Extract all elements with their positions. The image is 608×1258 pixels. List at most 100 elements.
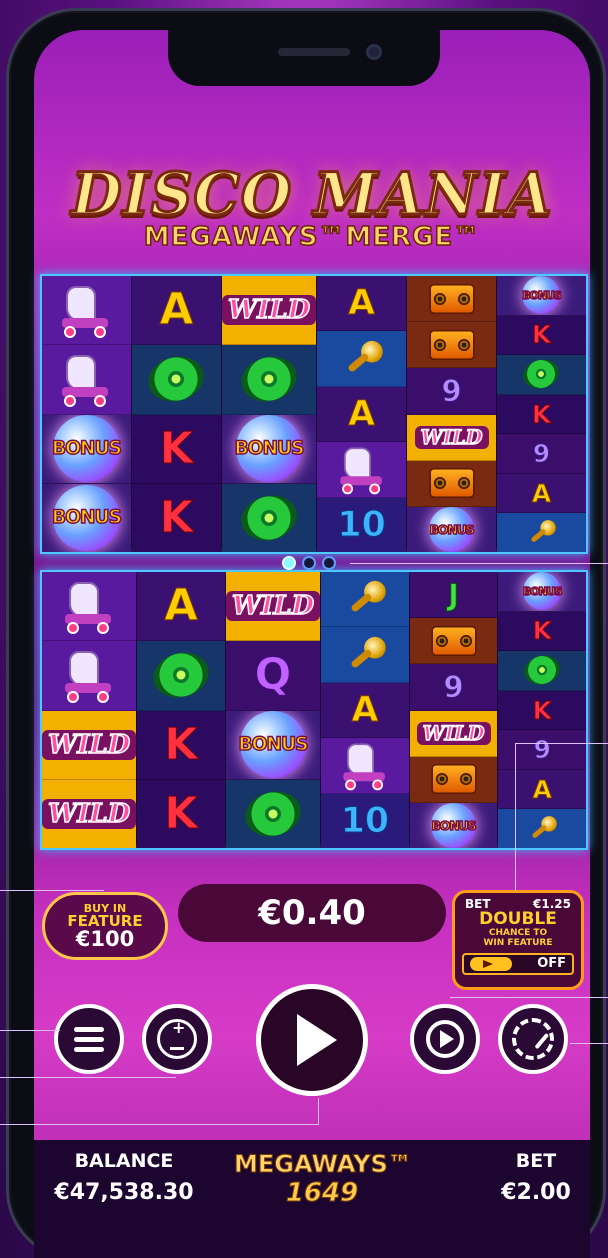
reel-cell: Q bbox=[225, 641, 321, 711]
reel-cell: 9 bbox=[497, 434, 586, 474]
symbol-k: K bbox=[531, 320, 552, 350]
reel-6: BONUS K K 9 A bbox=[498, 572, 587, 849]
record-icon bbox=[148, 646, 214, 704]
reel-cell: A bbox=[498, 769, 587, 810]
pager-dot[interactable] bbox=[302, 556, 316, 570]
guide-line bbox=[570, 1043, 608, 1044]
reel-cell: WILD bbox=[407, 414, 497, 461]
boombox-icon bbox=[430, 764, 477, 795]
reel-cell: BONUS bbox=[225, 710, 321, 780]
speedometer-icon bbox=[512, 1018, 554, 1060]
pager-dot[interactable] bbox=[282, 556, 296, 570]
bet-display[interactable]: BET €2.00 bbox=[496, 1150, 576, 1205]
double-chance-panel[interactable]: BET €1.25 DOUBLE CHANCE TO WIN FEATURE O… bbox=[452, 890, 584, 990]
megaways-counter: MEGAWAYS™ 1649 bbox=[234, 1150, 413, 1209]
autoplay-button[interactable] bbox=[410, 1004, 480, 1074]
reel-cell bbox=[321, 572, 409, 628]
reel-3: WILD Q BONUS bbox=[225, 572, 322, 848]
spin-button[interactable] bbox=[256, 984, 368, 1096]
symbol-k: K bbox=[159, 423, 194, 474]
symbol-a: A bbox=[348, 394, 376, 435]
boombox-icon bbox=[428, 283, 475, 314]
boombox-icon bbox=[428, 329, 475, 360]
symbol-a: A bbox=[159, 285, 194, 336]
game-logo: DISCO MANIA MEGAWAYS™MERGE™ bbox=[34, 159, 590, 253]
record-icon bbox=[236, 350, 302, 408]
reel-cell: WILD bbox=[42, 779, 137, 848]
wild-symbol: WILD bbox=[42, 798, 137, 830]
record-icon bbox=[143, 350, 210, 408]
mic-icon bbox=[341, 635, 390, 675]
reel-cell: A bbox=[137, 572, 225, 642]
reel-cell bbox=[497, 513, 586, 553]
symbol-10: 10 bbox=[337, 504, 386, 545]
symbol-k: K bbox=[164, 719, 199, 770]
reel-cell: WILD bbox=[42, 710, 137, 780]
guide-line bbox=[0, 1030, 60, 1031]
pager-dot[interactable] bbox=[322, 556, 336, 570]
guide-line bbox=[0, 890, 104, 891]
mic-icon bbox=[525, 815, 560, 843]
disco-ball-icon: BONUS bbox=[238, 711, 310, 778]
reel-cell: 9 bbox=[409, 664, 498, 711]
wild-symbol: WILD bbox=[42, 729, 137, 760]
bonus-symbol: BONUS bbox=[431, 817, 478, 834]
disco-ball-icon: BONUS bbox=[51, 484, 123, 552]
reel-6: BONUS K K 9 A bbox=[497, 276, 586, 553]
reel-cell: A bbox=[497, 473, 586, 514]
symbol-a: A bbox=[348, 283, 376, 324]
reel-cell bbox=[409, 756, 498, 803]
bonus-symbol: BONUS bbox=[521, 288, 562, 303]
bonus-symbol: BONUS bbox=[238, 733, 310, 756]
double-chance-toggle[interactable]: OFF bbox=[462, 952, 574, 975]
reel-cell bbox=[498, 809, 587, 849]
turbo-button[interactable] bbox=[498, 1004, 568, 1074]
buy-feature-button[interactable]: BUY IN FEATURE €100 bbox=[42, 892, 168, 960]
reel-4: A 10 bbox=[321, 572, 410, 849]
reel-cell bbox=[42, 572, 137, 642]
boombox-icon bbox=[430, 625, 477, 656]
reel-cell bbox=[497, 355, 586, 395]
reel-cell bbox=[221, 345, 317, 415]
reel-cell: J bbox=[409, 572, 498, 619]
reel-cell: WILD bbox=[409, 710, 498, 757]
bonus-symbol: BONUS bbox=[522, 584, 563, 599]
symbol-a: A bbox=[351, 690, 379, 731]
reel-cell: BONUS bbox=[42, 483, 131, 552]
reel-2: A KK bbox=[137, 572, 226, 848]
bet-value: €2.00 bbox=[501, 1180, 571, 1205]
reel-grid-top: BONUS BONUS A K K WILD BONUS A A 10 9 WILD BONUS BONU… bbox=[40, 274, 588, 554]
reel-cell: A bbox=[131, 276, 221, 346]
menu-button[interactable] bbox=[54, 1004, 124, 1074]
skate-icon bbox=[340, 740, 391, 791]
skate-icon bbox=[58, 282, 114, 339]
toggle-state: OFF bbox=[537, 956, 566, 972]
reel-cell bbox=[317, 442, 407, 498]
bet-settings-button[interactable] bbox=[142, 1004, 212, 1074]
guide-line bbox=[0, 1077, 176, 1078]
reel-cell: 9 bbox=[407, 368, 497, 415]
bonus-symbol: BONUS bbox=[429, 521, 476, 538]
record-icon bbox=[240, 785, 306, 843]
reel-3: WILD BONUS bbox=[221, 276, 318, 552]
reel-1: WILD WILD bbox=[42, 572, 138, 848]
symbol-q: Q bbox=[254, 650, 292, 701]
boombox-icon bbox=[428, 468, 475, 499]
reel-cell: BONUS bbox=[497, 276, 586, 316]
wild-symbol: WILD bbox=[221, 294, 317, 326]
reel-cell bbox=[407, 460, 497, 507]
guide-line bbox=[450, 997, 608, 998]
phone-notch bbox=[168, 30, 440, 86]
record-icon bbox=[521, 652, 564, 689]
speaker-grille bbox=[278, 48, 350, 56]
grid-pager[interactable] bbox=[282, 556, 336, 570]
wild-symbol: WILD bbox=[225, 590, 321, 622]
symbol-k: K bbox=[164, 788, 199, 839]
record-icon bbox=[520, 356, 563, 393]
reel-cell bbox=[407, 322, 497, 369]
reel-cell: K bbox=[498, 611, 587, 652]
reel-cell: K bbox=[131, 414, 221, 484]
win-amount: €0.40 bbox=[178, 884, 446, 942]
reel-cell bbox=[131, 345, 221, 415]
symbol-k: K bbox=[532, 695, 552, 725]
